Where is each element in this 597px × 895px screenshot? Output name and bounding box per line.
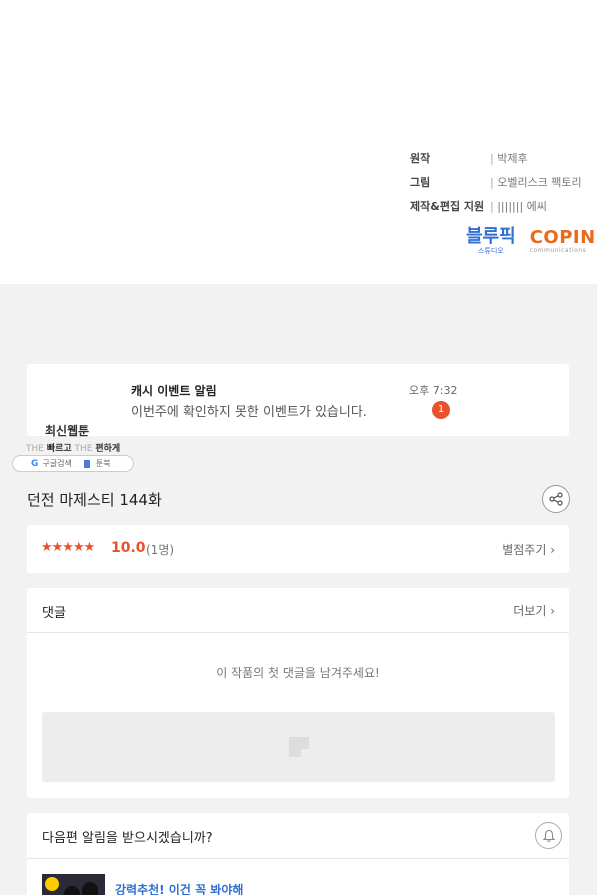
comment-placeholder-icon	[288, 737, 309, 757]
bluepick-logo-sub: 스튜디오	[477, 247, 504, 255]
promo-the-1: THE	[26, 444, 44, 454]
character-figure	[82, 882, 98, 895]
character-figure	[64, 886, 80, 895]
comments-title: 댓글	[42, 606, 66, 621]
share-icon	[549, 492, 563, 506]
copin-logo-sub: communications	[529, 247, 587, 254]
rating-box: ★★★★★ 10.0 (1명) 별점주기 ›	[27, 525, 569, 573]
promo-title: 최신웹툰	[45, 424, 90, 438]
recommend-thumbnail[interactable]	[42, 874, 105, 895]
promo-easy: 편하게	[95, 444, 121, 454]
notification-body: 이번주에 확인하지 못한 이벤트가 있습니다.	[131, 405, 367, 420]
credits-list: 원작 박제후 그림 오벨리스크 팩토리 제작&편집 지원 ||||||| 에씨	[410, 146, 582, 218]
google-search-label: 구글검색	[42, 459, 72, 468]
notification-title: 캐시 이벤트 알림	[131, 384, 217, 398]
episode-title: 던전 마제스티 144화	[27, 491, 162, 509]
comment-input[interactable]	[42, 712, 555, 782]
promo-fast: 빠르고	[46, 444, 72, 454]
bluepick-logo: 블루픽 스튜디오	[466, 228, 516, 255]
bell-button[interactable]	[535, 822, 562, 849]
credits-area: 원작 박제후 그림 오벨리스크 팩토리 제작&편집 지원 ||||||| 에씨 …	[0, 0, 597, 284]
rating-count: (1명)	[146, 543, 175, 557]
comments-more-link[interactable]: 더보기 ›	[513, 602, 555, 619]
credit-role: 그림	[410, 176, 431, 189]
rate-button[interactable]: 별점주기 ›	[502, 541, 555, 558]
credit-role: 제작&편집 지원	[410, 200, 485, 213]
next-alert-title: 다음편 알림을 받으시겠습니까?	[42, 831, 213, 846]
book-icon	[83, 459, 90, 468]
comments-empty-message: 이 작품의 첫 댓글을 남겨주세요!	[216, 666, 380, 680]
rating-stars: ★★★★★	[41, 540, 95, 555]
credit-row: 원작 박제후	[410, 146, 582, 170]
credit-role: 원작	[410, 152, 431, 165]
toonbook-label: 툰북	[95, 459, 111, 468]
comments-section: 댓글 더보기 › 이 작품의 첫 댓글을 남겨주세요!	[27, 588, 569, 798]
next-episode-alert-box: 다음편 알림을 받으시겠습니까? 강력추천! 이건 꼭 봐야해	[27, 813, 569, 895]
clock-icon	[45, 877, 59, 891]
credit-name: 오벨리스크 팩토리	[490, 174, 581, 190]
recommend-title[interactable]: 강력추천! 이건 꼭 봐야해	[115, 881, 243, 895]
next-alert-header: 다음편 알림을 받으시겠습니까?	[27, 813, 569, 859]
share-button[interactable]	[542, 485, 570, 513]
promo-tagline: THE 빠르고 THE 편하게	[26, 441, 134, 454]
credit-name: ||||||| 에씨	[490, 198, 547, 214]
comments-header: 댓글 더보기 ›	[27, 588, 569, 633]
credit-row: 그림 오벨리스크 팩토리	[410, 170, 582, 194]
copin-logo-text: COPIN	[529, 227, 596, 248]
google-icon: G	[31, 458, 39, 469]
credit-row: 제작&편집 지원 ||||||| 에씨	[410, 194, 582, 218]
notification-time: 오후 7:32	[409, 384, 458, 397]
promo-the-2: THE	[74, 444, 93, 454]
copin-logo: COPIN communications	[530, 229, 596, 254]
credit-name: 박제후	[490, 150, 527, 166]
latest-webtoon-promo[interactable]: 최신웹툰 THE 빠르고 THE 편하게 G 구글검색 툰북	[12, 422, 134, 472]
rating-score: 10.0	[111, 540, 146, 556]
bell-icon	[542, 829, 555, 842]
promo-search-pill[interactable]: G 구글검색 툰북	[12, 455, 134, 472]
notification-badge: 1	[432, 401, 450, 419]
publisher-logos: 블루픽 스튜디오 COPIN communications	[466, 228, 596, 255]
bluepick-logo-text: 블루픽	[466, 226, 516, 247]
